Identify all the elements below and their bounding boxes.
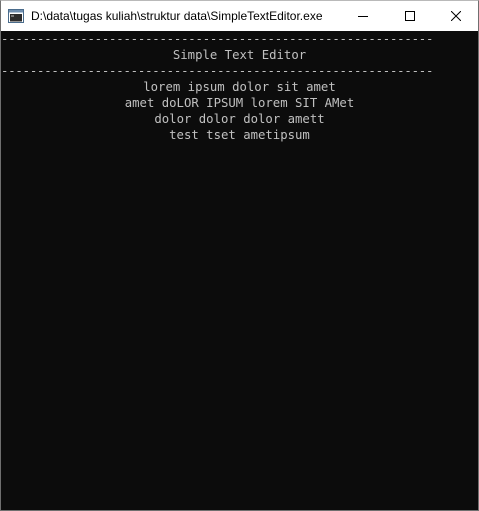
text-line: lorem ipsum dolor sit amet <box>143 80 336 94</box>
console-window: D:\data\tugas kuliah\struktur data\Simpl… <box>0 0 479 511</box>
close-button[interactable] <box>433 1 478 31</box>
separator-bottom: ----------------------------------------… <box>1 64 434 78</box>
text-line: amet doLOR IPSUM lorem SIT AMet <box>124 96 355 110</box>
separator-top: ----------------------------------------… <box>1 32 434 46</box>
console-output[interactable]: ----------------------------------------… <box>1 31 478 510</box>
maximize-icon <box>405 11 415 21</box>
minimize-icon <box>358 16 368 17</box>
editor-header: Simple Text Editor <box>172 48 307 62</box>
close-icon <box>451 11 461 21</box>
title-bar[interactable]: D:\data\tugas kuliah\struktur data\Simpl… <box>1 1 478 31</box>
console-app-icon <box>8 9 24 23</box>
window-title: D:\data\tugas kuliah\struktur data\Simpl… <box>31 9 323 23</box>
text-line: test tset ametipsum <box>169 128 310 142</box>
maximize-button[interactable] <box>387 1 433 31</box>
minimize-button[interactable] <box>340 1 386 31</box>
text-line: dolor dolor dolor amett <box>154 112 325 126</box>
